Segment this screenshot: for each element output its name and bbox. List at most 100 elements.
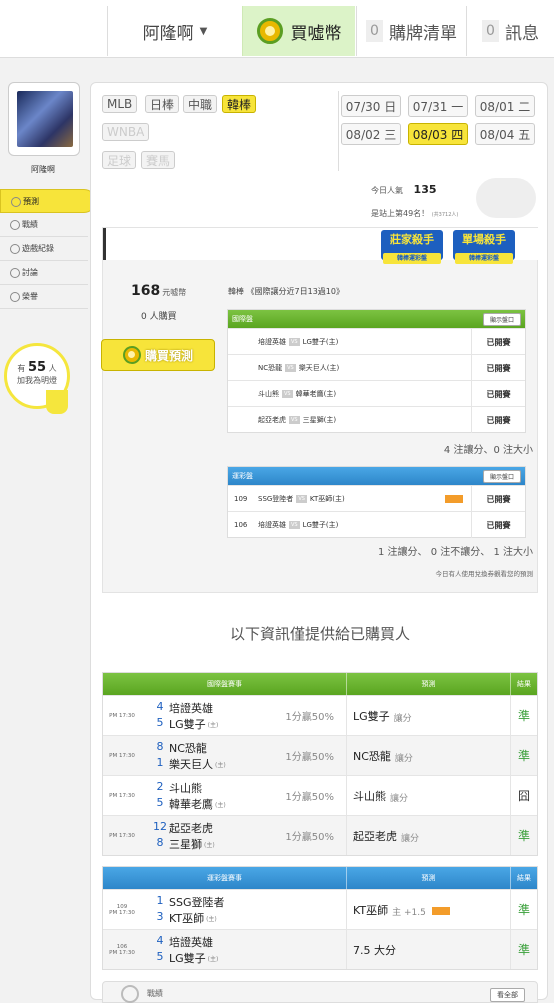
- bet-type: 讓分: [390, 794, 409, 804]
- home-mark: (主): [207, 722, 219, 729]
- vs-icon: VS: [289, 337, 300, 346]
- team: 樂天巨人: [169, 758, 213, 771]
- record-label: 戰績: [147, 989, 163, 998]
- score: 1: [156, 894, 164, 907]
- user-menu[interactable]: 阿隆啊 ▼: [107, 6, 242, 56]
- column-header: 結果: [517, 680, 531, 688]
- cart-tab[interactable]: 0 購牌清單: [356, 6, 466, 56]
- table-row: PM 17:30 8 NC恐龍 1 樂天巨人 (主) 1分贏50% NC恐龍 讓分 準: [103, 735, 537, 775]
- away-team: 培證英雄: [258, 337, 286, 346]
- banker-killer-badge: 莊家殺手 韓棒運彩盤: [381, 230, 443, 264]
- divider: [338, 91, 339, 171]
- score: 4: [156, 700, 164, 713]
- show-odds-button[interactable]: 顯示盤口: [482, 312, 521, 326]
- hot-icon: [445, 495, 463, 503]
- lottery-header: 運彩盤 顯示盤口: [228, 467, 525, 485]
- intl-group: 國際盤 顯示盤口 培證英雄 VS LG雙子(主) 已開賽 NC恐龍 VS 樂天巨人(主)…: [227, 309, 526, 433]
- game-time: PM 17:30: [109, 792, 135, 799]
- lottery-title: 運彩盤: [232, 472, 253, 480]
- sidebar-item-honor[interactable]: 榮譽: [0, 285, 88, 309]
- intl-header: 國際盤 顯示盤口: [228, 310, 525, 328]
- column-header: 預測: [347, 867, 511, 889]
- home-team: 樂天巨人(主): [298, 363, 340, 372]
- team: 起亞老虎: [169, 822, 213, 835]
- home-team: LG雙子(主): [302, 520, 339, 529]
- score: 1: [156, 756, 164, 769]
- date-0802[interactable]: 08/02 三: [341, 123, 401, 145]
- league-npb[interactable]: 日棒: [145, 95, 180, 113]
- sidebar-item-record[interactable]: 戰績: [0, 213, 88, 237]
- date-0803[interactable]: 08/03 四: [408, 123, 468, 145]
- status-badge: 已開賽: [471, 486, 525, 512]
- price: 168 元噓幣: [131, 283, 186, 299]
- result: 準: [517, 709, 530, 723]
- messages-tab[interactable]: 0 訊息: [466, 6, 554, 56]
- away-team: 培證英雄: [258, 520, 286, 529]
- vs-icon: VS: [285, 363, 296, 372]
- game-cell: 1 SSG登陸者 3 KT巫師 (主): [141, 890, 347, 929]
- home-team: 韓華老鷹(主): [295, 389, 337, 398]
- cart-label: 購牌清單: [388, 23, 457, 44]
- chat-icon: [10, 220, 20, 230]
- vs-icon: VS: [289, 520, 300, 529]
- record-icon: [121, 985, 139, 1003]
- game-number: 109: [234, 494, 248, 503]
- team: LG雙子: [169, 718, 206, 731]
- list-item: 培證英雄 VS LG雙子(主) 已開賽: [228, 328, 525, 355]
- buy-coins-tab[interactable]: 買噓幣: [242, 6, 355, 56]
- table-row: 109 PM 17:30 1 SSG登陸者 3 KT巫師 (主) KT巫師主 +1.5 …: [103, 889, 537, 929]
- pick-title: 韓棒 《國際讓分近7日13過10》: [228, 287, 344, 296]
- status-badge: 已開賽: [471, 355, 525, 381]
- status-badge: 已開賽: [471, 512, 525, 538]
- price-unit: 元噓幣: [162, 288, 187, 297]
- lottery-summary: 1 注讓分、 0 注不讓分、 1 注大小: [378, 547, 533, 558]
- sidebar-item-predict[interactable]: 預測: [0, 189, 96, 213]
- odds: 1分贏50%: [285, 712, 334, 723]
- sidebar-item-game-history[interactable]: 遊戲紀錄: [0, 237, 88, 261]
- list-item: 109 SSG登陸者 VS KT巫師(主) 已開賽: [228, 485, 525, 512]
- away-team: NC恐龍: [258, 363, 283, 372]
- home-mark: (主): [215, 802, 226, 809]
- single-killer-badge: 單場殺手 韓棒運彩盤: [453, 230, 515, 264]
- main-panel: MLB 日棒 中職 韓棒 WNBA 足球 賽馬 07/30 日 07/31 一 …: [90, 82, 548, 1003]
- league-mlb[interactable]: MLB: [102, 95, 138, 113]
- lottery-result-table: 運彩盤賽事 預測 結果 109 PM 17:30 1 SSG登陸者 3 KT巫師 (主)…: [102, 866, 538, 970]
- avatar: [17, 91, 73, 147]
- bet-type: 讓分: [401, 834, 420, 844]
- home-mark: (主): [215, 762, 226, 769]
- league-horse: 賽馬: [141, 151, 176, 169]
- buy-prediction-button[interactable]: 購買預測: [101, 339, 215, 371]
- league-kbo[interactable]: 韓棒: [222, 95, 257, 113]
- sidebar-item-discussion[interactable]: 討論: [0, 261, 88, 285]
- prediction: 7.5 大分: [353, 943, 396, 957]
- table-row: PM 17:30 12 起亞老虎 8 三星獅 (主) 1分贏50% 起亞老虎 讓分 準: [103, 815, 537, 855]
- rank: 是站上第49名！ (共3712人): [371, 208, 458, 219]
- date-0801[interactable]: 08/01 二: [475, 95, 535, 117]
- date-0731[interactable]: 07/31 一: [408, 95, 468, 117]
- date-0804[interactable]: 08/04 五: [475, 123, 535, 145]
- record-icon: [10, 244, 20, 254]
- game-cell: 8 NC恐龍 1 樂天巨人 (主) 1分贏50%: [141, 736, 347, 775]
- team: NC恐龍: [169, 742, 207, 755]
- table-header: 國際盤賽事 預測 結果: [103, 673, 537, 695]
- show-odds-button[interactable]: 顯示盤口: [482, 469, 521, 483]
- medal-icon: [10, 292, 20, 302]
- hot-icon: [431, 906, 450, 915]
- coin-icon: [122, 346, 141, 364]
- sidebar: 阿隆啊 預測 戰績 遊戲紀錄 討論 榮譽: [0, 82, 96, 309]
- date-0730[interactable]: 07/30 日: [341, 95, 401, 117]
- column-header: 結果: [517, 874, 531, 882]
- vs-icon: VS: [296, 494, 307, 503]
- league-cpbl[interactable]: 中職: [183, 95, 218, 113]
- score: 8: [156, 740, 164, 753]
- status-badge: 已開賽: [471, 407, 525, 433]
- result: 準: [517, 829, 530, 843]
- vs-icon: VS: [289, 415, 300, 424]
- home-mark: (主): [206, 916, 217, 923]
- sidebar-item-label: 討論: [22, 268, 38, 277]
- table-header: 運彩盤賽事 預測 結果: [103, 867, 537, 889]
- away-team: 斗山熊: [258, 389, 279, 398]
- popularity-value: 135: [413, 183, 437, 196]
- game-time: PM 17:30: [109, 752, 135, 759]
- avatar-frame[interactable]: [8, 82, 80, 156]
